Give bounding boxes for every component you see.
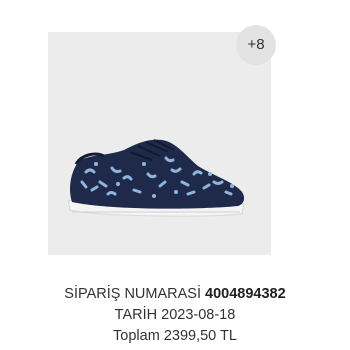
order-card[interactable]: +8 SİPARİŞ NUMARASİ 4004894382 TARİH 202… [0,0,350,350]
order-info: SİPARİŞ NUMARASİ 4004894382 TARİH 2023-0… [0,284,350,347]
order-total-value: 2399,50 TL [163,328,237,344]
product-image[interactable] [48,32,271,255]
order-number-value: 4004894382 [205,286,286,302]
order-date-line: TARİH 2023-08-18 [0,305,350,326]
order-number-label: SİPARİŞ NUMARASİ [64,286,201,302]
order-total-line: Toplam 2399,50 TL [0,326,350,347]
more-items-badge[interactable]: +8 [236,25,276,65]
order-total-label: Toplam [113,328,160,344]
order-date-label: TARİH [114,307,158,323]
sneaker-image [67,139,245,217]
order-date-value: 2023-08-18 [161,307,236,323]
order-number-line: SİPARİŞ NUMARASİ 4004894382 [0,284,350,305]
